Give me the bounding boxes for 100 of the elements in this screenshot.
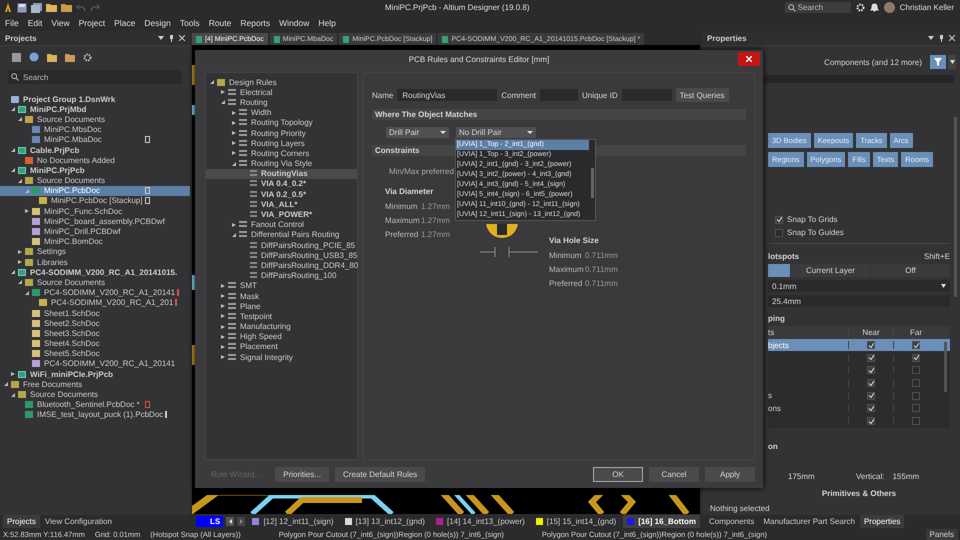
tree-item[interactable]: Placement	[206, 342, 357, 352]
tree-item[interactable]: Source Documents	[0, 114, 190, 125]
menu-item[interactable]: Place	[114, 18, 136, 28]
tree-item[interactable]: VIA_ALL*	[206, 199, 357, 210]
menu-item[interactable]: Help	[318, 18, 336, 28]
menu-item[interactable]: Edit	[28, 18, 42, 28]
menu-item[interactable]: Route	[208, 18, 232, 28]
tree-item[interactable]: MiniPC.PrjPcb	[0, 165, 190, 176]
expander-icon[interactable]	[221, 90, 225, 94]
tree-item[interactable]: Free Documents	[0, 379, 190, 390]
tree-item[interactable]: Signal Integrity	[206, 352, 357, 362]
value-field[interactable]: 0.711mm	[585, 250, 618, 260]
checkbox[interactable]	[867, 341, 875, 350]
tree-item[interactable]: Sheet4.SchDoc	[0, 338, 190, 349]
checkbox[interactable]	[867, 392, 875, 400]
tree-item[interactable]: Source Documents	[0, 277, 190, 288]
expander-icon[interactable]	[221, 344, 225, 349]
tree-item[interactable]: Settings	[0, 246, 190, 257]
tree-item[interactable]: Sheet3.SchDoc	[0, 328, 190, 338]
tree-item[interactable]: MiniPC.PcbDoc	[0, 186, 190, 196]
expander-icon[interactable]	[221, 304, 225, 308]
tree-item[interactable]: DiffPairsRouting_PCIE_85	[206, 240, 357, 250]
segment-option[interactable]: Current Layer	[791, 264, 870, 277]
table-row[interactable]: s	[768, 389, 950, 402]
expander-icon[interactable]	[232, 110, 236, 115]
close-icon[interactable]	[179, 35, 185, 41]
checkbox[interactable]	[912, 379, 920, 388]
tree-item[interactable]: PC4-SODIMM_V200_RC_A1_201	[0, 298, 190, 308]
tree-item[interactable]: SMT	[206, 280, 357, 291]
filter-button[interactable]	[930, 55, 946, 69]
menu-item[interactable]: Tools	[180, 18, 200, 28]
expander-icon[interactable]	[221, 355, 225, 360]
settings-icon[interactable]	[856, 3, 865, 12]
tree-item[interactable]: Routing Corners	[206, 148, 357, 158]
tree-item[interactable]: Electrical	[206, 87, 357, 98]
tree-item[interactable]: Routing Topology	[206, 118, 357, 128]
tree-item[interactable]: PC4-SODIMM_V200_RC_A1_20141	[0, 358, 190, 370]
expander-icon[interactable]	[221, 284, 225, 288]
layer-tab[interactable]: [16] 16_Bottom	[623, 514, 700, 528]
menu-item[interactable]: File	[5, 18, 19, 28]
checkbox[interactable]	[867, 417, 875, 426]
tree-item[interactable]: IMSE_test_layout_puck (1).PcbDoc	[0, 410, 190, 420]
expander-icon[interactable]	[221, 324, 225, 329]
tree-item[interactable]: Sheet1.SchDoc	[0, 308, 190, 318]
save-icon[interactable]	[12, 52, 21, 62]
expander-icon[interactable]	[221, 334, 225, 339]
close-icon[interactable]	[949, 35, 955, 41]
close-button[interactable]	[738, 52, 760, 66]
dialog-button[interactable]: Priorities...	[275, 466, 330, 482]
checkbox[interactable]	[912, 417, 920, 426]
expander-icon[interactable]	[232, 232, 236, 237]
filter-field[interactable]	[764, 75, 954, 83]
redo-icon[interactable]	[90, 4, 100, 12]
scroll-right-icon[interactable]	[237, 516, 246, 526]
tree-item[interactable]: RoutingVias	[206, 168, 357, 179]
tree-item[interactable]: Mask	[206, 290, 357, 302]
folder-icon[interactable]	[61, 3, 72, 12]
dropdown[interactable]: No Drill Pair	[456, 127, 536, 138]
tree-item[interactable]: Cable.PrjPcb	[0, 144, 190, 156]
test-queries-button[interactable]: Test Queries	[676, 88, 729, 102]
user-name[interactable]: Christian Keller	[900, 3, 954, 12]
checkbox[interactable]	[912, 341, 920, 350]
tree-item[interactable]: DiffPairsRouting_DDR4_80	[206, 260, 357, 271]
tree-item[interactable]: Bluetooth_Sentinel.PcbDoc *	[0, 400, 190, 410]
bell-icon[interactable]	[870, 3, 879, 12]
tree-item[interactable]: Design Rules	[206, 77, 357, 88]
panel-tab[interactable]: Properties	[860, 515, 904, 528]
dialog-button[interactable]: OK	[593, 466, 643, 482]
checkbox[interactable]	[867, 379, 875, 388]
tree-item[interactable]: Differential Pairs Routing	[206, 230, 357, 240]
expander-icon[interactable]	[232, 120, 236, 125]
tree-item[interactable]: Manufacturing	[206, 322, 357, 332]
pin-icon[interactable]	[939, 34, 944, 42]
tree-item[interactable]: MiniPC.PrjMbd	[0, 104, 190, 114]
expander-icon[interactable]	[232, 151, 236, 156]
dialog-button[interactable]: Apply	[705, 466, 755, 482]
menu-item[interactable]: Project	[78, 18, 106, 28]
scrollbar[interactable]	[954, 117, 957, 297]
folder-icon[interactable]	[46, 3, 57, 12]
tree-item[interactable]: High Speed	[206, 332, 357, 342]
panel-tab[interactable]: Components	[705, 515, 758, 528]
value-field[interactable]: 1.27mm	[421, 202, 450, 210]
expander-icon[interactable]	[232, 131, 236, 136]
tree-item[interactable]: MiniPC.BomDoc	[0, 236, 190, 247]
name-field[interactable]: RoutingVias	[397, 89, 498, 101]
dropdown[interactable]: Drill Pair	[386, 127, 449, 138]
layer-tab[interactable]: [14] 14_int13_(power)	[432, 514, 529, 528]
panel-tab[interactable]: Manufacturer Part Search	[759, 515, 859, 528]
tree-item[interactable]: PC4-SODIMM_V200_RC_A1_20141015.	[0, 267, 190, 278]
tree-item[interactable]: WiFi_miniPCIe.PrjPcb	[0, 369, 190, 380]
tree-item[interactable]: Project Group 1.DsnWrk	[0, 94, 190, 104]
filter-dropdown-button[interactable]	[948, 55, 956, 69]
tree-item[interactable]: Libraries	[0, 257, 190, 268]
expander-icon[interactable]	[232, 222, 236, 227]
checkbox[interactable]	[912, 366, 920, 374]
tree-item[interactable]: MiniPC_Func.SchDoc	[0, 206, 190, 216]
tree-item[interactable]: Routing Priority	[206, 128, 357, 138]
checkbox[interactable]	[775, 228, 783, 236]
tree-item[interactable]: MiniPC_Drill.PCBDwf	[0, 226, 190, 237]
expander-icon[interactable]	[221, 314, 225, 318]
